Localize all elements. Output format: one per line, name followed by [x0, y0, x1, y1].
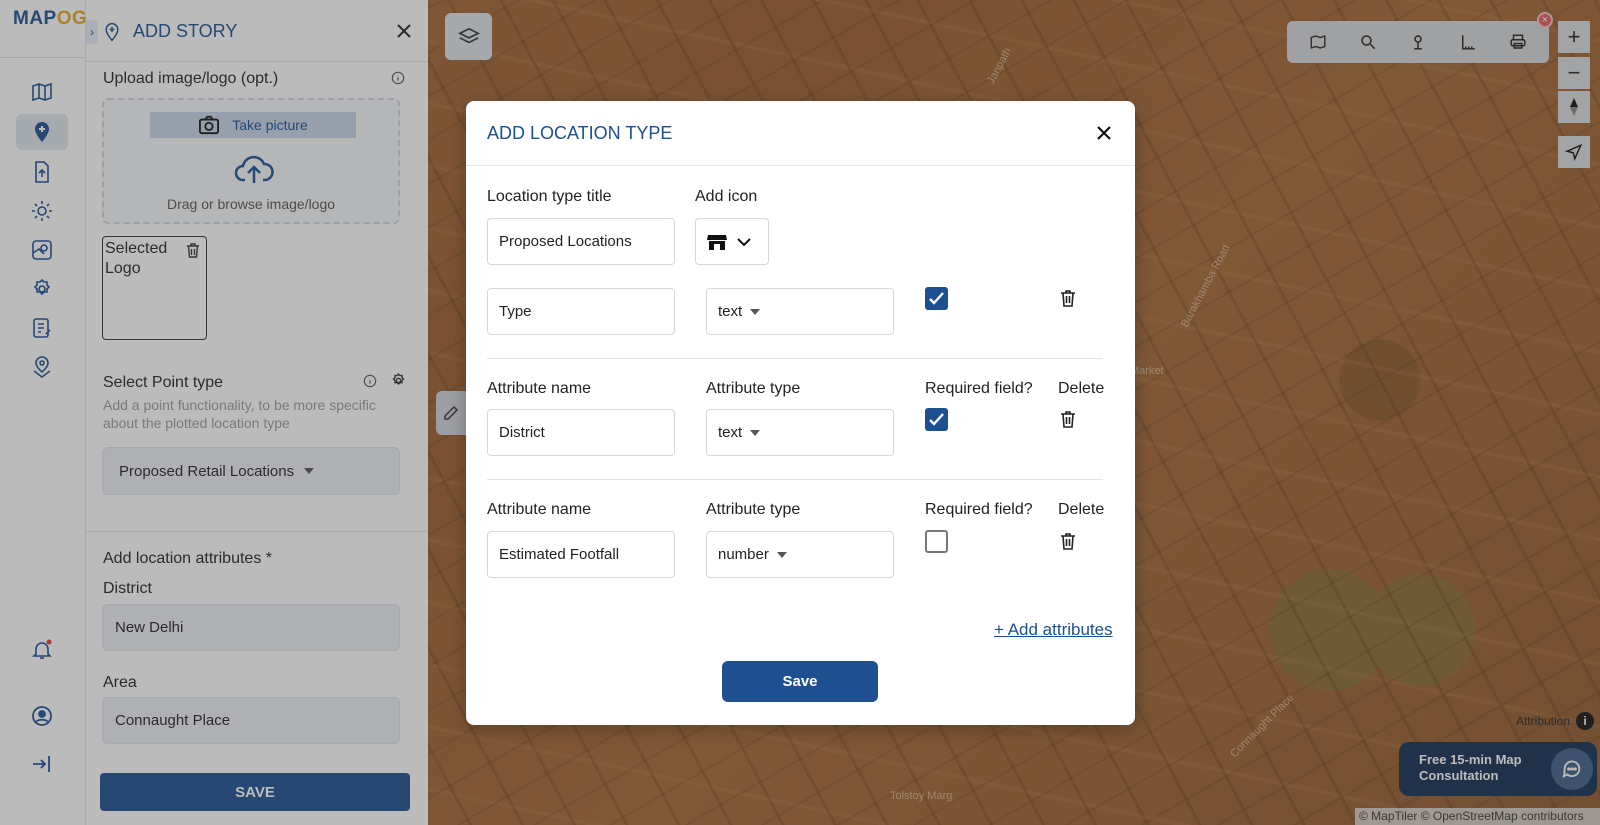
chevron-down-icon [737, 237, 751, 246]
attribute-name-input[interactable]: Estimated Footfall [487, 531, 675, 578]
attribute-name-label: Attribute name [487, 380, 592, 397]
attribute-type-value: number [718, 546, 769, 563]
add-icon-label: Add icon [695, 188, 758, 205]
attribute-type-label: Attribute type [706, 501, 801, 518]
attribute-name-label: Attribute name [487, 501, 592, 518]
close-icon[interactable] [1093, 122, 1115, 144]
add-location-type-dialog: ADD LOCATION TYPE Location type title Ad… [466, 101, 1135, 725]
row-divider [487, 358, 1103, 359]
attribute-type-label: Attribute type [706, 380, 801, 397]
delete-icon[interactable] [1058, 409, 1078, 429]
attribute-type-value: text [718, 303, 743, 320]
store-icon [707, 234, 727, 250]
delete-icon[interactable] [1058, 288, 1078, 308]
location-type-title-label: Location type title [487, 188, 612, 205]
required-field-label: Required field? [925, 380, 1033, 397]
required-field-label: Required field? [925, 501, 1033, 518]
modal-header: ADD LOCATION TYPE [466, 101, 1135, 166]
attribute-type-select[interactable]: text [706, 409, 894, 456]
check-icon [929, 292, 944, 305]
attribute-type-select[interactable]: text [706, 288, 894, 335]
required-checkbox[interactable] [925, 408, 948, 431]
icon-select[interactable] [695, 218, 769, 265]
attribute-name-input[interactable]: District [487, 409, 675, 456]
attribute-name-input[interactable]: Type [487, 288, 675, 335]
delete-label: Delete [1058, 380, 1105, 397]
attribute-type-value: text [718, 424, 743, 441]
chevron-down-icon [750, 308, 761, 315]
chevron-down-icon [750, 429, 761, 436]
check-icon [929, 413, 944, 426]
delete-label: Delete [1058, 501, 1105, 518]
add-attributes-link[interactable]: + Add attributes [994, 620, 1113, 640]
chevron-down-icon [776, 551, 787, 558]
location-type-title-input[interactable]: Proposed Locations [487, 218, 675, 265]
required-checkbox[interactable] [925, 530, 948, 553]
save-button[interactable]: Save [722, 661, 878, 702]
attribute-type-select[interactable]: number [706, 531, 894, 578]
modal-title: ADD LOCATION TYPE [487, 123, 673, 143]
required-checkbox[interactable] [925, 287, 948, 310]
row-divider [487, 479, 1103, 480]
delete-icon[interactable] [1058, 531, 1078, 551]
